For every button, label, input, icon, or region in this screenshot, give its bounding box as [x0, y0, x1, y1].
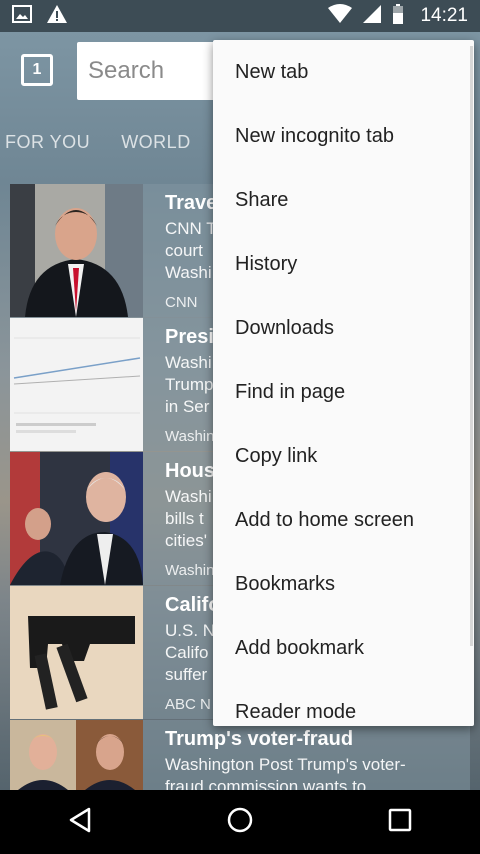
clock: 14:21	[420, 5, 468, 26]
menu-item-downloads[interactable]: Downloads	[213, 296, 474, 360]
news-card[interactable]: Trump's voter-fraud Washington Post Trum…	[10, 720, 470, 796]
recents-button[interactable]	[370, 792, 430, 852]
menu-item-copy-link[interactable]: Copy link	[213, 424, 474, 488]
news-title: Trump's voter-fraud	[165, 728, 354, 750]
news-text: Trump's voter-fraud Washington Post Trum…	[165, 728, 465, 798]
warning-icon	[46, 4, 68, 29]
news-thumbnail	[10, 452, 143, 585]
navigation-bar	[0, 790, 480, 854]
menu-item-find-in-page[interactable]: Find in page	[213, 360, 474, 424]
news-source: CNN	[165, 294, 198, 311]
tab-for-you[interactable]: FOR YOU	[5, 132, 90, 153]
status-bar: 14:21	[0, 0, 480, 32]
news-thumbnail	[10, 318, 143, 451]
recents-icon	[388, 808, 412, 837]
back-icon	[68, 807, 92, 838]
tab-switcher-button[interactable]: 1	[21, 54, 53, 86]
menu-item-add-bookmark[interactable]: Add bookmark	[213, 616, 474, 680]
news-thumbnail	[10, 586, 143, 719]
news-source: Washin	[165, 428, 215, 445]
news-desc-line: Washington Post Trump's voter-	[165, 755, 406, 774]
battery-icon	[392, 3, 404, 29]
home-button[interactable]	[210, 792, 270, 852]
signal-icon	[362, 4, 382, 29]
overflow-menu: New tab New incognito tab Share History …	[213, 40, 474, 726]
menu-item-history[interactable]: History	[213, 232, 474, 296]
menu-item-reader-mode[interactable]: Reader mode	[213, 680, 474, 726]
news-source: ABC N	[165, 696, 211, 713]
image-icon	[12, 4, 32, 28]
news-thumbnail	[10, 184, 143, 317]
home-icon	[226, 806, 254, 839]
wifi-icon	[328, 3, 353, 29]
tab-world[interactable]: WORLD	[121, 132, 191, 153]
news-source: Washin	[165, 562, 215, 579]
menu-item-new-tab[interactable]: New tab	[213, 40, 474, 104]
back-button[interactable]	[50, 792, 110, 852]
menu-scrollbar[interactable]	[470, 46, 473, 646]
menu-item-add-to-home-screen[interactable]: Add to home screen	[213, 488, 474, 552]
news-thumbnail	[10, 720, 143, 790]
menu-item-new-incognito-tab[interactable]: New incognito tab	[213, 104, 474, 168]
menu-item-share[interactable]: Share	[213, 168, 474, 232]
menu-item-bookmarks[interactable]: Bookmarks	[213, 552, 474, 616]
